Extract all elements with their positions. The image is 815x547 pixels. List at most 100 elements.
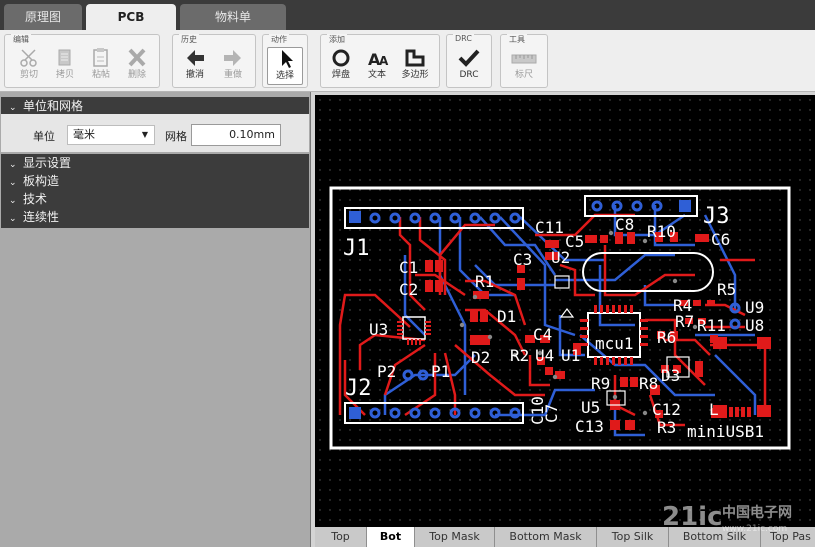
- copy-button[interactable]: 拷贝: [47, 47, 83, 85]
- technology-header[interactable]: ⌄ 技术: [1, 190, 309, 208]
- pad-circle-icon: [332, 49, 350, 67]
- label-r6: R6: [657, 328, 676, 347]
- label-j1: J1: [343, 236, 370, 261]
- pcb-canvas[interactable]: J1 J2 J3 U2 U3 U4 U1 U5 U8 U9 C1 C2 C3 C…: [315, 95, 815, 527]
- label-j3: J3: [703, 204, 730, 229]
- pad-label: 焊盘: [331, 70, 350, 80]
- drc-group-label: DRC: [453, 34, 474, 43]
- connectivity-title: 连续性: [23, 210, 60, 224]
- technology-title: 技术: [23, 192, 48, 206]
- label-c3: C3: [513, 250, 532, 269]
- label-r9: R9: [591, 374, 610, 393]
- delete-label: 删除: [127, 70, 146, 80]
- dropdown-caret-icon: ▼: [141, 130, 148, 139]
- label-c4: C4: [533, 325, 552, 344]
- label-c13: C13: [575, 417, 604, 436]
- j3-pin1-pad[interactable]: [679, 200, 691, 212]
- label-r11: R11: [697, 316, 726, 335]
- units-grid-section: 单位 毫米 ▼ 网格 0.10mm: [1, 114, 309, 152]
- history-group-label: 历史: [179, 34, 199, 45]
- grid-label: 网格: [165, 130, 187, 143]
- drc-label: DRC: [459, 70, 479, 80]
- ruler-button[interactable]: 标尺: [506, 47, 542, 85]
- units-grid-section-title: 单位和网格: [23, 99, 84, 113]
- add-group: 添加 焊盘 AA 文本 多边形: [320, 34, 440, 88]
- layer-tab-top-silk[interactable]: Top Silk: [597, 527, 669, 547]
- layer-tab-top[interactable]: Top: [315, 527, 367, 547]
- paste-button[interactable]: 粘帖: [83, 47, 119, 85]
- pad-button[interactable]: 焊盘: [323, 47, 359, 85]
- chevron-down-icon: ⌄: [9, 214, 17, 224]
- undo-button[interactable]: 撤消: [177, 47, 213, 85]
- display-settings-header[interactable]: ⌄ 显示设置: [1, 154, 309, 172]
- redo-arrow-icon: [224, 50, 241, 66]
- display-settings-title: 显示设置: [23, 156, 72, 170]
- label-r5: R5: [717, 280, 736, 299]
- label-c1: C1: [399, 258, 418, 277]
- board-construction-header[interactable]: ⌄ 板构造: [1, 172, 309, 190]
- label-d3: D3: [661, 366, 680, 385]
- label-u1: U1: [561, 346, 580, 365]
- label-r2: R2: [510, 346, 529, 365]
- ruler-icon: [511, 54, 537, 64]
- connectivity-header[interactable]: ⌄ 连续性: [1, 208, 309, 226]
- label-mcu1: mcu1: [595, 334, 634, 353]
- label-u8: U8: [745, 316, 764, 335]
- collapsed-sections: ⌄ 显示设置 ⌄ 板构造 ⌄ 技术 ⌄ 连续性: [1, 154, 309, 228]
- scissors-icon: [20, 49, 37, 67]
- delete-x-icon: [128, 48, 146, 67]
- label-r10: R10: [647, 222, 676, 241]
- label-u3: U3: [369, 320, 388, 339]
- board-construction-title: 板构造: [23, 174, 60, 188]
- j2-pin1-pad[interactable]: [349, 407, 361, 419]
- drc-button[interactable]: DRC: [451, 47, 487, 85]
- ruler-label: 标尺: [514, 70, 533, 80]
- tools-group: 工具 标尺: [500, 34, 548, 88]
- label-j2: J2: [345, 376, 372, 401]
- layer-tab-bot[interactable]: Bot: [367, 527, 415, 547]
- label-c12: C12: [652, 400, 681, 419]
- layer-tab-bottom-mask[interactable]: Bottom Mask: [495, 527, 597, 547]
- drc-group: DRC DRC: [446, 34, 492, 88]
- undo-label: 撤消: [185, 70, 204, 80]
- svg-text:A: A: [379, 54, 389, 68]
- select-button[interactable]: 选择: [267, 47, 303, 85]
- tools-group-label: 工具: [507, 34, 527, 45]
- text-label: 文本: [367, 70, 386, 80]
- cut-button[interactable]: 剪切: [11, 47, 47, 85]
- grid-input[interactable]: 0.10mm: [191, 124, 281, 146]
- edit-group: 编辑 剪切 拷贝 粘帖 删除: [4, 34, 160, 88]
- redo-button[interactable]: 重做: [215, 47, 251, 85]
- label-c11: C11: [535, 218, 564, 237]
- unit-label: 单位: [33, 130, 55, 143]
- label-p1: P1: [431, 362, 450, 381]
- toolbar: 编辑 剪切 拷贝 粘帖 删除 历史 撤消 重做 动作 选择 添加 焊盘 A A …: [0, 30, 815, 92]
- j1-pin1-pad[interactable]: [349, 211, 361, 223]
- units-grid-section-header[interactable]: ⌄ 单位和网格: [1, 97, 309, 115]
- delete-button[interactable]: 删除: [119, 47, 155, 85]
- polygon-label: 多边形: [401, 70, 429, 80]
- label-c5: C5: [565, 232, 584, 251]
- tab-schematic[interactable]: 原理图: [4, 4, 82, 30]
- label-c6: C6: [711, 230, 730, 249]
- label-miniusb1: miniUSB1: [687, 422, 764, 441]
- unit-select[interactable]: 毫米 ▼: [67, 125, 155, 145]
- cut-label: 剪切: [19, 70, 38, 80]
- history-group: 历史 撤消 重做: [172, 34, 256, 88]
- label-p2: P2: [377, 362, 396, 381]
- polygon-button[interactable]: 多边形: [397, 47, 433, 85]
- edit-group-label: 编辑: [11, 34, 31, 45]
- tab-pcb[interactable]: PCB: [86, 4, 176, 30]
- watermark-logo: 21ic 中国电子网 www.21ic.com: [662, 502, 792, 534]
- label-c10: C10: [528, 396, 547, 425]
- label-c2: C2: [399, 280, 418, 299]
- layer-tab-top-mask[interactable]: Top Mask: [415, 527, 495, 547]
- tab-bom[interactable]: 物料单: [180, 4, 286, 30]
- polygon-icon: [405, 49, 425, 67]
- add-group-label: 添加: [327, 34, 347, 45]
- text-button[interactable]: AA 文本: [359, 47, 395, 85]
- action-group: 动作 选择: [262, 34, 308, 88]
- label-u4: U4: [535, 346, 554, 365]
- label-r7: R7: [675, 312, 694, 331]
- copy-icon: [58, 49, 71, 66]
